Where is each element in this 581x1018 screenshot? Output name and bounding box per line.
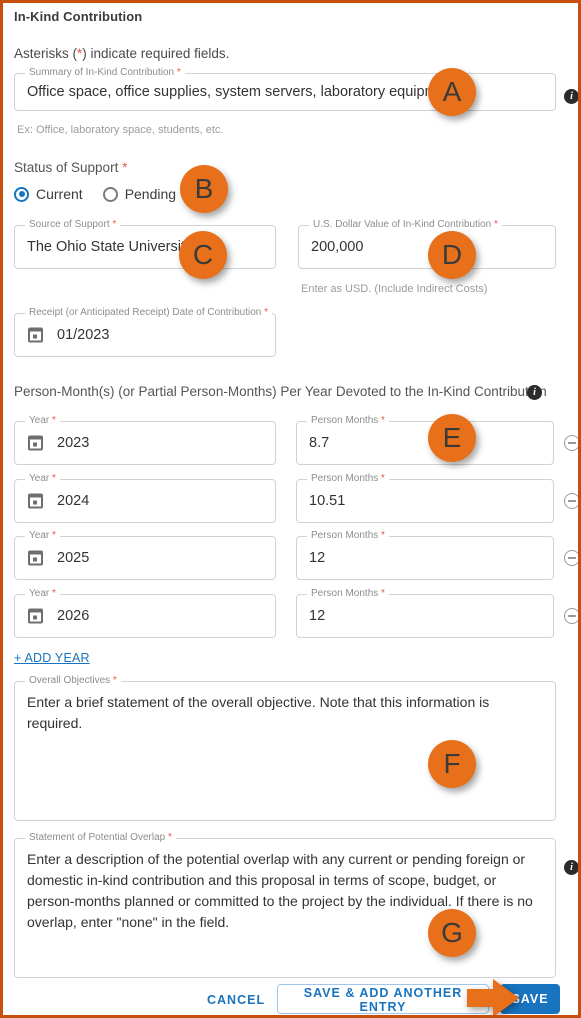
year-label-row-2: Year * [25, 473, 60, 485]
year-field-row-3[interactable]: Year * 2025 [14, 530, 276, 580]
person-months-heading: Person-Month(s) (or Partial Person-Month… [14, 384, 547, 399]
source-of-support-value: The Ohio State University [27, 239, 193, 255]
page-title: In-Kind Contribution [14, 9, 143, 24]
person-months-value-row-2: 10.51 [309, 493, 346, 509]
remove-year-row-2[interactable] [564, 493, 578, 509]
person-months-field-row-3[interactable]: Person Months * 12 [296, 530, 554, 580]
person-months-field-row-1[interactable]: Person Months * 8.7 [296, 415, 554, 465]
save-button[interactable]: SAVE [500, 984, 560, 1014]
summary-info-icon[interactable]: i [564, 89, 578, 104]
year-value-row-1: 2023 [57, 435, 90, 451]
calendar-icon[interactable] [28, 493, 43, 509]
dollar-value-value: 200,000 [311, 239, 364, 255]
calendar-icon[interactable] [28, 435, 43, 451]
required-note-prefix: Asterisks ( [14, 46, 78, 61]
remove-year-row-1[interactable] [564, 435, 578, 451]
year-value-row-2: 2024 [57, 493, 90, 509]
person-months-label-row-1: Person Months * [307, 415, 389, 427]
remove-year-row-4[interactable] [564, 608, 578, 624]
source-of-support-field[interactable]: Source of Support * The Ohio State Unive… [14, 219, 276, 269]
radio-current[interactable]: Current [14, 186, 83, 202]
year-field-row-2[interactable]: Year * 2024 [14, 473, 276, 523]
overall-objectives-field[interactable]: Overall Objectives * Enter a brief state… [14, 675, 556, 821]
calendar-icon[interactable] [28, 550, 43, 566]
person-months-label-row-4: Person Months * [307, 588, 389, 600]
person-months-value-row-4: 12 [309, 608, 326, 624]
person-months-info-icon[interactable]: i [527, 385, 542, 400]
year-label-row-4: Year * [25, 588, 60, 600]
year-field-row-4[interactable]: Year * 2026 [14, 588, 276, 638]
statement-of-overlap-info-icon[interactable]: i [564, 860, 578, 875]
status-of-support-radio-group[interactable]: Current Pending [14, 186, 188, 202]
person-months-field-row-4[interactable]: Person Months * 12 [296, 588, 554, 638]
radio-current-label: Current [36, 186, 83, 202]
year-field-row-1[interactable]: Year * 2023 [14, 415, 276, 465]
receipt-date-field[interactable]: Receipt (or Anticipated Receipt) Date of… [14, 307, 276, 357]
overall-objectives-label: Overall Objectives * [25, 675, 121, 687]
year-value-row-4: 2026 [57, 608, 90, 624]
save-and-add-another-button[interactable]: SAVE & ADD ANOTHER ENTRY [277, 984, 489, 1014]
statement-of-overlap-value: Enter a description of the potential ove… [27, 851, 533, 930]
statement-of-overlap-label: Statement of Potential Overlap * [25, 832, 176, 844]
summary-field-helper: Ex: Office, laboratory space, students, … [17, 124, 224, 136]
required-note-suffix: ) indicate required fields. [82, 46, 230, 61]
receipt-date-value: 01/2023 [57, 327, 110, 343]
summary-field-label: Summary of In-Kind Contribution * [25, 67, 185, 79]
year-label-row-1: Year * [25, 415, 60, 427]
year-label-row-3: Year * [25, 530, 60, 542]
statement-of-overlap-field[interactable]: Statement of Potential Overlap * Enter a… [14, 832, 556, 978]
overall-objectives-value: Enter a brief statement of the overall o… [27, 694, 490, 731]
calendar-icon[interactable] [28, 327, 43, 343]
dollar-value-label: U.S. Dollar Value of In-Kind Contributio… [309, 219, 502, 231]
year-value-row-3: 2025 [57, 550, 90, 566]
required-fields-note: Asterisks (*) indicate required fields. [14, 46, 229, 61]
person-months-field-row-2[interactable]: Person Months * 10.51 [296, 473, 554, 523]
radio-current-indicator[interactable] [14, 186, 29, 202]
receipt-date-label: Receipt (or Anticipated Receipt) Date of… [25, 307, 273, 319]
summary-field-value: Office space, office supplies, system se… [27, 84, 457, 100]
status-of-support-label: Status of Support * [14, 160, 128, 175]
source-of-support-label: Source of Support * [25, 219, 121, 231]
add-year-link[interactable]: + ADD YEAR [14, 651, 90, 665]
remove-year-row-3[interactable] [564, 550, 578, 566]
person-months-label-row-2: Person Months * [307, 473, 389, 485]
radio-pending[interactable]: Pending [102, 186, 177, 202]
summary-field[interactable]: Summary of In-Kind Contribution * Office… [14, 67, 556, 111]
radio-pending-label: Pending [124, 186, 177, 202]
calendar-icon[interactable] [28, 608, 43, 624]
person-months-label-row-3: Person Months * [307, 530, 389, 542]
dollar-value-field[interactable]: U.S. Dollar Value of In-Kind Contributio… [298, 219, 556, 269]
cancel-button[interactable]: CANCEL [199, 987, 273, 1013]
dollar-value-helper: Enter as USD. (Include Indirect Costs) [301, 283, 488, 295]
person-months-value-row-3: 12 [309, 550, 326, 566]
person-months-value-row-1: 8.7 [309, 435, 330, 451]
radio-pending-indicator[interactable] [102, 186, 118, 202]
in-kind-contribution-form-page: In-Kind Contribution Asterisks (*) indic… [0, 0, 581, 1018]
